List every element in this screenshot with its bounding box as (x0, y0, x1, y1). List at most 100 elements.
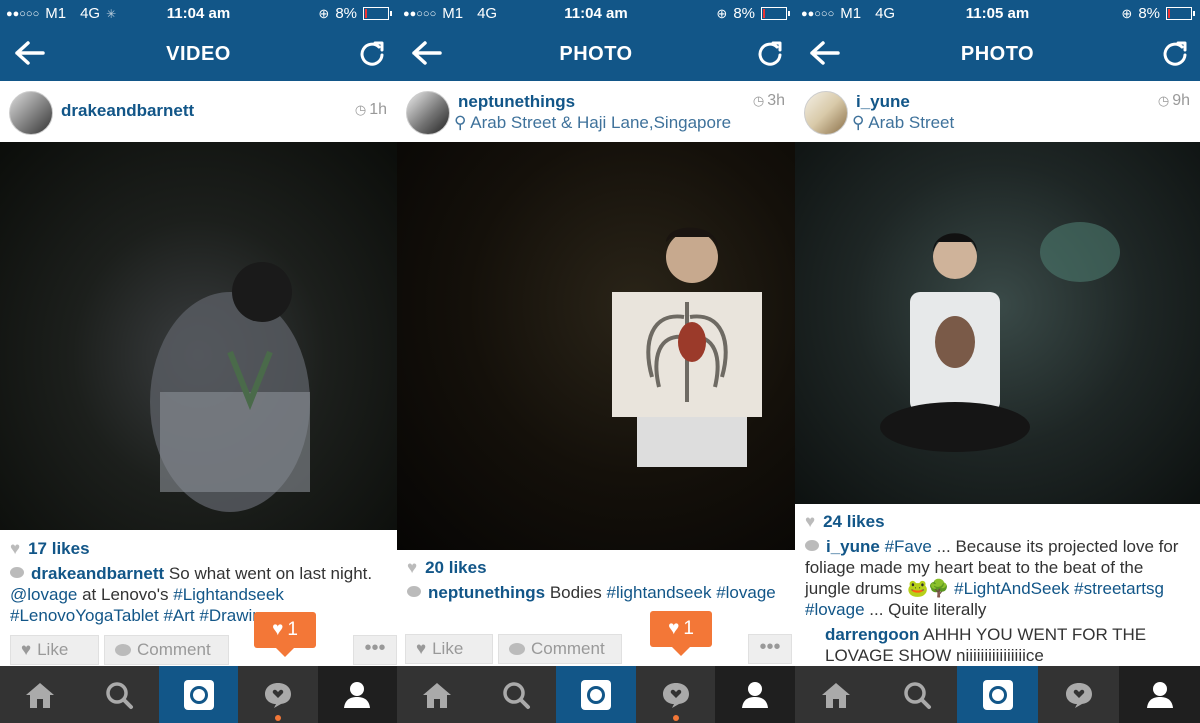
post-header: drakeandbarnett ◷ 1h (0, 81, 397, 143)
caption-username[interactable]: i_yune (826, 537, 880, 556)
tab-bar (795, 666, 1200, 723)
post-photo[interactable] (397, 142, 795, 550)
likes-row[interactable]: ♥ 20 likes (407, 558, 487, 578)
comment-bubble-icon (805, 540, 819, 551)
refresh-icon[interactable] (1160, 39, 1190, 69)
camera-icon (580, 679, 611, 710)
tab-explore[interactable] (79, 666, 158, 723)
battery-percent: 8% (733, 5, 755, 22)
like-label: Like (37, 640, 69, 659)
tab-home[interactable] (0, 666, 79, 723)
refresh-icon[interactable] (755, 39, 785, 69)
comment-button[interactable]: Comment (498, 634, 622, 664)
comment-icon (509, 643, 525, 655)
activity-bubble-icon (1065, 682, 1092, 708)
caption-hashtag-link[interactable]: #lovage (716, 583, 776, 602)
tab-home[interactable] (397, 666, 477, 723)
likes-row[interactable]: ♥ 24 likes (805, 512, 885, 532)
like-button[interactable]: ♥ Like (405, 634, 493, 664)
caption-text: ... Quite literally (864, 600, 987, 619)
caption-username[interactable]: neptunethings (428, 583, 545, 602)
clock-icon: ◷ (752, 93, 765, 108)
comment-bubble-icon (407, 586, 421, 597)
likes-row[interactable]: ♥ 17 likes (10, 539, 90, 559)
caption-hashtag-link[interactable]: #Art (163, 606, 194, 625)
refresh-icon[interactable] (357, 39, 387, 69)
heart-icon: ♥ (668, 618, 680, 639)
battery-percent: 8% (335, 5, 357, 22)
post-photo[interactable] (795, 142, 1200, 504)
comment-item: darrengoon AHHH YOU WENT FOR THE LOVAGE … (825, 624, 1192, 666)
photo-illustration (880, 222, 1120, 452)
more-options-button[interactable]: ••• (353, 635, 397, 665)
notification-count: 1 (683, 618, 694, 639)
caption-hashtag-link[interactable]: #streetartsg (1074, 579, 1164, 598)
comment-icon (115, 644, 131, 656)
heart-icon: ♥ (21, 640, 32, 659)
caption-hashtag-link[interactable]: #Lightandseek (173, 585, 284, 604)
avatar[interactable] (804, 91, 848, 135)
likes-count: 20 likes (425, 558, 487, 577)
clock-icon: ◷ (354, 102, 367, 117)
likes-count: 24 likes (823, 512, 885, 531)
photo-illustration (612, 227, 762, 467)
tab-explore[interactable] (477, 666, 557, 723)
tab-activity[interactable] (1038, 666, 1119, 723)
clock-icon: ◷ (1157, 93, 1170, 108)
screens-container: ●●○○○ M1 4G ✳ 11:04 am ⊕ 8% VIDEO drakea… (0, 0, 1200, 723)
heart-icon: ♥ (272, 619, 284, 640)
tab-activity[interactable] (238, 666, 317, 723)
comment-username[interactable]: darrengoon (825, 625, 919, 644)
post-location[interactable]: ⚲ Arab Street & Haji Lane,Singapore (454, 113, 731, 133)
post-username[interactable]: neptunethings (458, 92, 575, 112)
tab-profile[interactable] (1119, 666, 1200, 723)
tab-profile[interactable] (317, 666, 397, 723)
more-options-button[interactable]: ••• (748, 634, 792, 664)
post-time: ◷ 1h (355, 101, 387, 119)
activity-bubble-icon (264, 682, 291, 708)
orientation-lock-icon: ⊕ (1121, 5, 1133, 21)
post-header: i_yune ⚲ Arab Street ◷ 9h (795, 81, 1200, 143)
caption-hashtag-link[interactable]: #lovage (805, 600, 865, 619)
nav-bar: PHOTO (795, 26, 1200, 81)
tab-camera[interactable] (957, 666, 1038, 723)
post-location[interactable]: ⚲ Arab Street (852, 113, 954, 133)
page-title: PHOTO (960, 43, 1035, 65)
caption-text: So what went on last night. (164, 564, 373, 583)
camera-icon (183, 679, 214, 710)
likes-count: 17 likes (28, 539, 90, 558)
post-username[interactable]: drakeandbarnett (61, 101, 194, 121)
tab-profile[interactable] (715, 666, 795, 723)
comment-button[interactable]: Comment (104, 635, 229, 665)
like-label: Like (432, 639, 464, 658)
activity-notification-badge[interactable]: ♥ 1 (254, 612, 316, 657)
location-pin-icon: ⚲ (454, 113, 467, 132)
caption-hashtag-link[interactable]: #LightAndSeek (954, 579, 1069, 598)
tab-camera[interactable] (556, 666, 636, 723)
post-video[interactable] (0, 142, 397, 530)
caption-hashtag-link[interactable]: @lovage (10, 585, 77, 604)
activity-bubble-icon (662, 682, 689, 708)
avatar[interactable] (406, 91, 450, 135)
tab-explore[interactable] (876, 666, 957, 723)
heart-icon: ♥ (416, 639, 427, 658)
caption-hashtag-link[interactable]: #lightandseek (607, 583, 712, 602)
caption-hashtag-link[interactable]: #Fave (885, 537, 932, 556)
post-time: ◷ 3h (753, 92, 785, 110)
camera-icon (982, 679, 1013, 710)
battery-percent: 8% (1138, 5, 1160, 22)
post-username[interactable]: i_yune (856, 92, 910, 112)
status-bar: ●●○○○ M1 4G ✳ 11:04 am ⊕ 8% (0, 0, 397, 26)
caption-hashtag-link[interactable]: #LenovoYogaTablet (10, 606, 159, 625)
screen-photo-2: ●●○○○ M1 4G 11:05 am ⊕ 8% PHOTO i_yune ⚲… (795, 0, 1200, 723)
tab-camera[interactable] (158, 666, 239, 723)
location-pin-icon: ⚲ (852, 113, 865, 132)
notification-count: 1 (287, 619, 298, 640)
caption-username[interactable]: drakeandbarnett (31, 564, 164, 583)
avatar[interactable] (9, 91, 53, 135)
caption-text: Bodies (545, 583, 607, 602)
like-button[interactable]: ♥ Like (10, 635, 99, 665)
tab-home[interactable] (795, 666, 876, 723)
tab-activity[interactable] (636, 666, 716, 723)
activity-notification-badge[interactable]: ♥ 1 (650, 611, 712, 656)
